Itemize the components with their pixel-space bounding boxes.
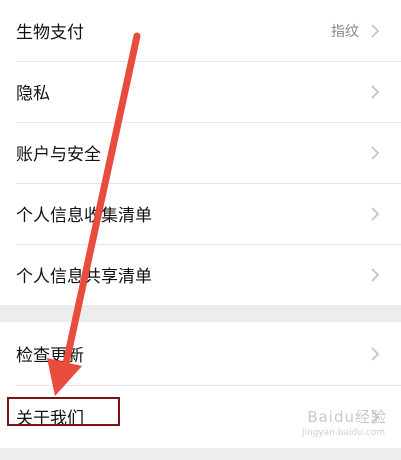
chevron-right-icon: [371, 84, 380, 99]
watermark-subtext: jingyan.baidu.com: [301, 428, 385, 438]
settings-group-1: 生物支付 指纹 隐私 账户与安全 个人信息收集清单 个人信息共享清单: [0, 0, 401, 305]
settings-row-account-security[interactable]: 账户与安全: [0, 122, 401, 183]
settings-row-value: 指纹: [331, 23, 359, 40]
settings-row-label: 检查更新: [16, 346, 84, 366]
bottom-strip: [0, 450, 401, 460]
settings-row-label: 隐私: [16, 84, 50, 104]
chevron-right-icon: [371, 23, 380, 38]
chevron-right-icon: [371, 346, 380, 361]
settings-row-personal-info-sharing[interactable]: 个人信息共享清单: [0, 244, 401, 305]
watermark-text: Baidu经验: [307, 408, 387, 426]
settings-row-personal-info-collection[interactable]: 个人信息收集清单: [0, 183, 401, 244]
settings-row-label: 个人信息共享清单: [16, 267, 152, 287]
settings-row-biometric-payment[interactable]: 生物支付 指纹: [0, 0, 401, 61]
chevron-right-icon: [371, 145, 380, 160]
settings-row-label: 账户与安全: [16, 145, 101, 165]
chevron-right-icon: [371, 206, 380, 221]
section-gap: [0, 305, 401, 322]
settings-row-label: 个人信息收集清单: [16, 206, 152, 226]
annotation-highlight-box: [7, 397, 120, 426]
settings-row-check-update[interactable]: 检查更新: [0, 322, 401, 385]
chevron-right-icon: [371, 267, 380, 282]
settings-row-label: 生物支付: [16, 23, 84, 43]
settings-row-privacy[interactable]: 隐私: [0, 61, 401, 122]
